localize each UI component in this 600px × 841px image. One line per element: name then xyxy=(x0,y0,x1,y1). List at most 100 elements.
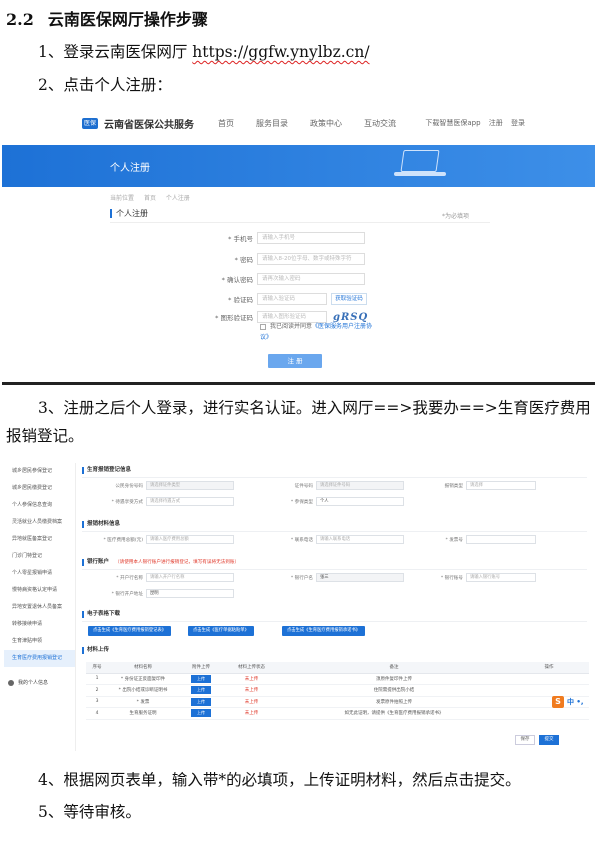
table-cell: 2 xyxy=(86,684,108,697)
field-label: * 发票号 xyxy=(445,537,463,543)
sidebar-item[interactable]: 生育津贴申领 xyxy=(4,633,75,650)
field-benefit-mode: * 待遇享受方式 请选择待遇方式 xyxy=(102,497,234,506)
agree-checkbox[interactable] xyxy=(260,323,266,330)
nav-service-catalog[interactable]: 服务目录 xyxy=(256,118,288,129)
nav-interaction[interactable]: 互动交流 xyxy=(364,118,396,129)
upload-button[interactable]: 上传 xyxy=(191,674,211,683)
reimbursement-form: 生育报销登记信息 公民身份号码 请选择证件类型 证件号码 请选择证件号码 报销类… xyxy=(82,463,592,751)
section-claim-info: 报销材料信息 xyxy=(82,521,120,528)
sidebar-personal-info[interactable]: 我的个人信息 xyxy=(8,679,48,686)
id-number-input[interactable]: 请选择证件类型 xyxy=(146,481,234,490)
upload-button[interactable]: 上传 xyxy=(191,686,211,695)
insured-type-input[interactable]: 个人 xyxy=(316,497,404,506)
upload-button[interactable]: 上传 xyxy=(191,709,211,718)
save-button[interactable]: 保存 xyxy=(515,735,535,745)
invoice-number-input[interactable] xyxy=(466,535,536,544)
nav-home[interactable]: 首页 xyxy=(218,118,234,129)
cert-number-input[interactable]: 请选择证件号码 xyxy=(316,481,404,490)
divider xyxy=(110,222,490,223)
confirm-password-input[interactable]: 请再次输入密码 xyxy=(257,273,365,285)
account-number-input[interactable]: 请输入银行账号 xyxy=(466,573,536,582)
table-cell: 未上传 xyxy=(224,673,279,685)
table-row: 3 * 发票 上传 未上传 发票原件拍照上传 xyxy=(86,696,589,708)
field-label: * 参保类型 xyxy=(290,499,313,505)
benefit-mode-select[interactable]: 请选择待遇方式 xyxy=(146,497,234,506)
sidebar-item[interactable]: 个人参保信息查询 xyxy=(4,497,75,514)
field-claim-type: 报销类型 请选择 xyxy=(422,481,536,490)
sidebar-item[interactable]: 城乡居民参保登记 xyxy=(4,463,75,480)
sidebar-item[interactable]: 异地就医备案登记 xyxy=(4,531,75,548)
section-title: 云南医保网厅操作步骤 xyxy=(47,10,208,29)
divider xyxy=(82,477,587,478)
captcha-label: * 图形验证码 xyxy=(215,314,253,322)
table-cell: 未上传 xyxy=(224,684,279,697)
field-label: * 银行户名 xyxy=(290,575,313,581)
cell-action xyxy=(509,684,589,697)
field-account-holder: * 银行户名 张三 xyxy=(272,573,404,582)
step-4: 4、根据网页表单，输入带*的必填项，上传证明材料，然后点击提交。 xyxy=(38,771,521,789)
phone-input[interactable]: 请输入手机号 xyxy=(257,232,365,244)
ime-status: 中 •, xyxy=(567,698,584,706)
section-materials: 材料上传 xyxy=(82,647,109,654)
total-cost-input[interactable]: 请输入医疗费用总额 xyxy=(146,535,234,544)
table-cell: 上传 xyxy=(178,684,224,697)
field-label: * 开户行名称 xyxy=(116,575,143,581)
bank-name-input[interactable]: 请输入开户行名称 xyxy=(146,573,234,582)
bank-address-input[interactable]: 昆明 xyxy=(146,589,234,598)
confirm-password-row: * 确认密码 请再次输入密码 xyxy=(202,273,365,285)
field-label: * 银行账号 xyxy=(440,575,463,581)
table-cell: 如无此证明，请提供《生育医疗费用报销承诺书》 xyxy=(279,707,509,720)
section-basic-info: 生育报销登记信息 xyxy=(82,467,131,474)
cell-material-name: * 发票 xyxy=(136,699,150,705)
divider xyxy=(82,531,587,532)
register-link[interactable]: 注册 xyxy=(489,119,503,127)
download-app-link[interactable]: 下载智慧医保app xyxy=(425,119,480,127)
breadcrumb-item[interactable]: 首页 xyxy=(144,195,156,202)
phone-row: * 手机号 请输入手机号 xyxy=(202,232,365,244)
cell-index: 3 xyxy=(95,699,99,705)
submit-button[interactable]: 提交 xyxy=(539,735,559,745)
sidebar-item[interactable]: 慢特病资格认定申请 xyxy=(4,582,75,599)
section-bank-title: 银行账户 xyxy=(87,559,110,565)
table-cell: 上传 xyxy=(178,673,224,685)
contact-phone-input[interactable]: 请输入联系电话 xyxy=(316,535,404,544)
sidebar-item[interactable]: 个人零星报销申请 xyxy=(4,565,75,582)
field-id-number: 公民身份号码 请选择证件类型 xyxy=(102,481,234,490)
sidebar-item[interactable]: 异地安置退休人员备案 xyxy=(4,599,75,616)
sms-code-input[interactable]: 请输入验证码 xyxy=(257,293,327,305)
upload-button[interactable]: 上传 xyxy=(191,697,211,706)
sidebar-item[interactable]: 门诊门特登记 xyxy=(4,548,75,565)
table-cell: 住院需提供出院小结 xyxy=(279,684,509,697)
reimbursement-screenshot: 城乡居民参保登记 城乡居民缴费登记 个人参保信息查询 灵活就业人员缴费档案 异地就医备案… xyxy=(4,463,594,751)
field-account-number: * 银行账号 请输入银行账号 xyxy=(422,573,536,582)
sidebar-item[interactable]: 城乡居民缴费登记 xyxy=(4,480,75,497)
col-upload: 附件上传 xyxy=(178,662,224,674)
table-cell: 1 xyxy=(86,673,108,685)
get-sms-code-button[interactable]: 获取验证码 xyxy=(331,293,367,305)
generate-claim-form-button[interactable]: 点击生成《生育医疗费用报销登记表》 xyxy=(88,626,172,636)
account-holder-input[interactable]: 张三 xyxy=(316,573,404,582)
cell-upload-status: 未上传 xyxy=(244,688,259,694)
password-input[interactable]: 请输入8-20位字母、数字或特殊字符 xyxy=(257,253,365,265)
sidebar-item[interactable]: 转移接续申请 xyxy=(4,616,75,633)
table-cell: * 身份证正反面复印件 xyxy=(108,673,178,685)
generate-pledge-button[interactable]: 点击生成《生育医疗费用报销承诺书》 xyxy=(282,626,366,636)
field-label: * 待遇享受方式 xyxy=(111,499,143,505)
field-label: * 医疗费用总额(元) xyxy=(103,537,144,543)
claim-type-select[interactable]: 请选择 xyxy=(466,481,536,490)
sidebar-item[interactable]: 灵活就业人员缴费档案 xyxy=(4,514,75,531)
nav-policy-center[interactable]: 政策中心 xyxy=(310,118,342,129)
table-header-row: 序号 材料名称 附件上传 材料上传状态 备注 操作 xyxy=(86,662,589,674)
login-link[interactable]: 登录 xyxy=(511,119,525,127)
portal-url-link[interactable]: https://ggfw.ynylbz.cn/ xyxy=(192,43,369,61)
sidebar-item[interactable]: 生育医疗费用报销登记 xyxy=(4,650,75,667)
ime-toolbar[interactable]: S中 •, xyxy=(552,696,584,708)
register-submit-button[interactable]: 注 册 xyxy=(268,354,322,368)
register-banner: 个人注册 xyxy=(2,145,595,187)
materials-table-body: 1 * 身份证正反面复印件 上传 未上传 须原件复印件上传 2 * 出院小结或诊断证明书 上传… xyxy=(86,673,589,720)
materials-table: 序号 材料名称 附件上传 材料上传状态 备注 操作 1 * 身份证正反面复印件 上传… xyxy=(86,662,589,720)
section-bank: 银行账户 （请使用本人银行账户进行报销登记，填写有误将无法到账） xyxy=(82,559,239,566)
sms-code-row: * 验证码 请输入验证码 获取验证码 xyxy=(202,293,367,305)
generate-paste-sheet-button[interactable]: 点击生成《医疗单据粘贴单》 xyxy=(188,626,254,636)
cell-note: 须原件复印件上传 xyxy=(376,676,412,682)
